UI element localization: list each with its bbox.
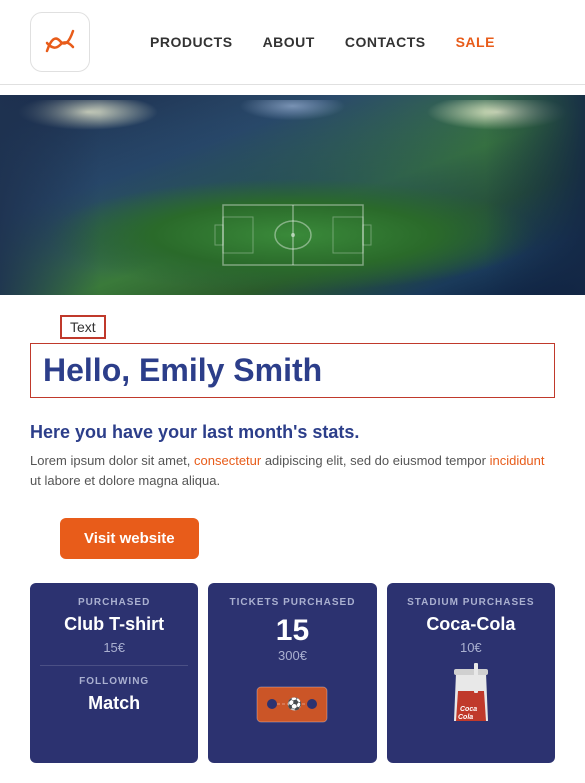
svg-text:Cola: Cola — [458, 714, 473, 721]
card-stadium-title: Coca-Cola — [397, 614, 545, 636]
nav-about[interactable]: ABOUT — [263, 34, 315, 50]
field-lines-svg — [203, 195, 383, 275]
nav-sale[interactable]: SALE — [456, 34, 495, 50]
stats-description: Lorem ipsum dolor sit amet, consectetur … — [30, 451, 555, 490]
nav-menu: PRODUCTS ABOUT CONTACTS SALE — [150, 34, 495, 50]
card-purchased-price: 15€ — [40, 640, 188, 655]
cards-section: PURCHASED Club T-shirt 15€ FOLLOWING Mat… — [0, 573, 585, 773]
card-purchased-title: Club T-shirt — [40, 614, 188, 636]
card-following-label: FOLLOWING — [40, 676, 188, 687]
card-stadium-label: STADIUM PURCHASES — [397, 597, 545, 608]
greeting-section: Hello, Emily Smith — [0, 339, 585, 408]
card-following-title: Match — [40, 693, 188, 715]
cola-cup-area: Coca Cola — [397, 661, 545, 731]
nav-products[interactable]: PRODUCTS — [150, 34, 233, 50]
ticket-icon-area: ⚽ — [218, 669, 366, 739]
card-tickets-label: TICKETS PURCHASED — [218, 597, 366, 608]
stats-section: Here you have your last month's stats. L… — [0, 408, 585, 504]
greeting-box: Hello, Emily Smith — [30, 343, 555, 398]
card-stadium-price: 10€ — [397, 640, 545, 655]
card-purchased-label: PURCHASED — [40, 597, 188, 608]
svg-text:⚽: ⚽ — [286, 697, 302, 711]
consectetur-link[interactable]: consectetur — [194, 453, 261, 468]
visit-website-button[interactable]: Visit website — [60, 518, 199, 559]
card-tickets: TICKETS PURCHASED 15 300€ ⚽ — [208, 583, 376, 763]
logo — [30, 12, 90, 72]
incididunt-link[interactable]: incididunt — [490, 453, 545, 468]
cola-cup-icon: Coca Cola — [446, 663, 496, 728]
card-tickets-price: 300€ — [218, 648, 366, 663]
header: PRODUCTS ABOUT CONTACTS SALE — [0, 0, 585, 85]
card-stadium: STADIUM PURCHASES Coca-Cola 10€ Coca Col… — [387, 583, 555, 763]
nav-contacts[interactable]: CONTACTS — [345, 34, 426, 50]
card-purchased: PURCHASED Club T-shirt 15€ FOLLOWING Mat… — [30, 583, 198, 763]
logo-icon — [41, 23, 79, 61]
hero-banner — [0, 95, 585, 295]
text-badge: Text — [60, 315, 106, 339]
card-tickets-number: 15 — [218, 614, 366, 648]
greeting-name: Hello, Emily Smith — [43, 352, 322, 388]
stats-title: Here you have your last month's stats. — [30, 422, 555, 443]
ticket-icon: ⚽ — [252, 677, 332, 732]
card-divider-1 — [40, 665, 188, 666]
svg-text:Coca: Coca — [460, 706, 477, 713]
